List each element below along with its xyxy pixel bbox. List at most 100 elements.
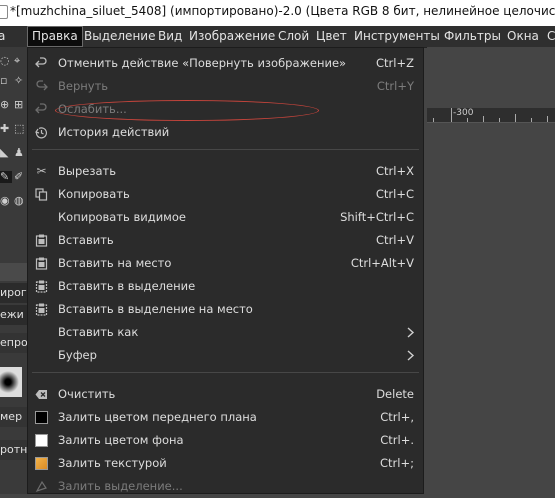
menu-item-label: Копировать <box>58 187 130 201</box>
menu-item-label: Вставить <box>58 233 114 247</box>
tool-icon[interactable]: ✎ <box>0 171 12 183</box>
menu-layer[interactable]: Слой <box>274 26 313 47</box>
brush-preview[interactable] <box>0 367 22 397</box>
menu-item-label: Вырезать <box>58 164 116 178</box>
menu-item-label: Буфер <box>58 348 97 362</box>
menu-item-copy[interactable]: Копировать Ctrl+C <box>28 183 423 206</box>
tool-icon[interactable]: ◉ <box>0 195 12 207</box>
tool-options-header <box>0 263 27 281</box>
size-label: мер <box>0 407 27 427</box>
menu-item-fill-fg[interactable]: Залить цветом переднего плана Ctrl+, <box>28 406 423 429</box>
tool-icon[interactable]: ⬚ <box>14 123 26 135</box>
menu-item-label: Залить текстурой <box>58 456 167 470</box>
aspect-label: ротн <box>0 440 27 460</box>
menu-item-label: Ослабить... <box>58 102 127 116</box>
paste-into-in-place-icon <box>35 303 48 316</box>
menu-item-shortcut: Ctrl+; <box>380 456 414 470</box>
menu-item-redo[interactable]: Вернуть Ctrl+Y <box>28 75 423 98</box>
fg-color-swatch-icon <box>35 411 48 424</box>
menu-item-label: Залить цветом переднего плана <box>58 410 257 424</box>
toolbox: ◌ ⌖ ▫ ✧ ⊕ ⊞ ✚ ⬚ ◣ ♟ ✎ ✐ ◉ ◍ ирогр ежи еп… <box>0 47 27 494</box>
window-title-bar: *[muzhchina_siluet_5408] (импортировано)… <box>0 0 555 26</box>
menu-item-shortcut: Ctrl+. <box>380 433 414 447</box>
bg-color-swatch-icon <box>35 434 48 447</box>
menu-item-undo[interactable]: Отменить действие «Повернуть изображение… <box>28 52 423 75</box>
tool-icon[interactable]: ▫ <box>0 75 12 87</box>
menu-item-label: Вставить на место <box>58 256 172 270</box>
menu-item-cut[interactable]: ✂ Вырезать Ctrl+X <box>28 160 423 183</box>
pattern-swatch-icon <box>35 457 48 470</box>
paste-icon <box>35 234 48 247</box>
menu-item-label: Залить цветом фона <box>58 433 184 447</box>
menu-separator <box>32 372 419 373</box>
menu-colors[interactable]: Цвет <box>312 26 351 47</box>
menu-item-label: Очистить <box>58 387 116 401</box>
menu-select[interactable]: Выделение <box>80 26 159 47</box>
menu-tools[interactable]: Инструменты <box>350 26 444 47</box>
menu-file[interactable]: а <box>0 26 9 47</box>
window-title: *[muzhchina_siluet_5408] (импортировано)… <box>10 4 555 18</box>
menu-item-shortcut: Ctrl+V <box>376 233 414 247</box>
menu-item-paste-in-place[interactable]: Вставить на место Ctrl+Alt+V <box>28 252 423 275</box>
menu-item-paste-into[interactable]: Вставить в выделение <box>28 275 423 298</box>
menu-item-buffer[interactable]: Буфер <box>28 344 423 367</box>
tool-icon[interactable]: ✧ <box>14 75 26 87</box>
menu-item-paste[interactable]: Вставить Ctrl+V <box>28 229 423 252</box>
history-icon <box>35 127 48 139</box>
menu-item-shortcut: Ctrl+, <box>380 410 414 424</box>
paste-into-icon <box>35 280 48 293</box>
menu-item-paste-into-in-place[interactable]: Вставить в выделение на место <box>28 298 423 321</box>
fade-icon <box>35 103 47 114</box>
menu-item-label: Залить выделение... <box>58 479 183 493</box>
menu-help[interactable]: С <box>543 26 555 47</box>
menu-item-fill-bg[interactable]: Залить цветом фона Ctrl+. <box>28 429 423 452</box>
menu-edit[interactable]: Правка <box>27 26 83 47</box>
menu-item-shortcut: Ctrl+Z <box>376 56 414 70</box>
chevron-right-icon <box>407 350 415 361</box>
menu-item-label: Вставить в выделение <box>58 279 196 293</box>
menu-item-label: История действий <box>58 125 170 139</box>
menu-item-shortcut: Ctrl+C <box>375 187 414 201</box>
menu-filters[interactable]: Фильтры <box>440 26 505 47</box>
menu-item-fill-selection[interactable]: Залить выделение... <box>28 475 423 498</box>
ruler-label: -300 <box>453 108 474 118</box>
tool-icon[interactable]: ⊕ <box>0 99 12 111</box>
menu-item-label: Вставить как <box>58 325 139 339</box>
redo-icon <box>36 80 48 91</box>
menu-view[interactable]: Вид <box>154 26 186 47</box>
tool-icon[interactable]: ◍ <box>14 195 26 207</box>
edit-menu-dropdown: Отменить действие «Повернуть изображение… <box>27 47 424 494</box>
tool-icon[interactable]: ✚ <box>0 123 12 135</box>
tool-icon[interactable]: ◌ <box>0 55 12 67</box>
menu-item-shortcut: Ctrl+Y <box>376 79 414 93</box>
tool-icon[interactable]: ♟ <box>14 147 26 159</box>
tool-icon[interactable]: ◣ <box>0 147 12 159</box>
horizontal-ruler: -300 <box>427 108 555 123</box>
menu-item-fill-pattern[interactable]: Залить текстурой Ctrl+; <box>28 452 423 475</box>
menu-windows[interactable]: Окна <box>503 26 543 47</box>
menu-item-paste-as[interactable]: Вставить как <box>28 321 423 344</box>
menu-item-shortcut: Shift+Ctrl+C <box>340 210 414 224</box>
menu-item-shortcut: Ctrl+X <box>376 164 414 178</box>
menu-item-copy-visible[interactable]: Копировать видимое Shift+Ctrl+C <box>28 206 423 229</box>
menu-item-undo-history[interactable]: История действий <box>28 121 423 144</box>
menu-item-shortcut: Delete <box>376 387 414 401</box>
mode-label: ежи <box>0 305 27 325</box>
menu-item-clear[interactable]: Очистить Delete <box>28 383 423 406</box>
undo-icon <box>35 57 47 68</box>
tool-icon[interactable]: ⊞ <box>14 99 26 111</box>
menu-item-label: Вставить в выделение на место <box>58 302 253 316</box>
menu-item-label: Копировать видимое <box>58 210 186 224</box>
chevron-right-icon <box>407 327 415 338</box>
menu-item-fade[interactable]: Ослабить... <box>28 98 423 121</box>
fill-selection-icon <box>35 480 47 493</box>
menu-image[interactable]: Изображение <box>185 26 279 47</box>
menu-item-shortcut: Ctrl+Alt+V <box>350 256 414 270</box>
opacity-label: епро <box>0 333 27 353</box>
app-icon <box>0 5 8 19</box>
menu-bar: а Правка Выделение Вид Изображение Слой … <box>0 26 555 48</box>
paste-in-place-icon <box>35 257 48 270</box>
tool-icon[interactable]: ✐ <box>14 171 26 183</box>
scissors-icon: ✂ <box>36 164 47 178</box>
tool-icon[interactable]: ⌖ <box>14 55 26 67</box>
